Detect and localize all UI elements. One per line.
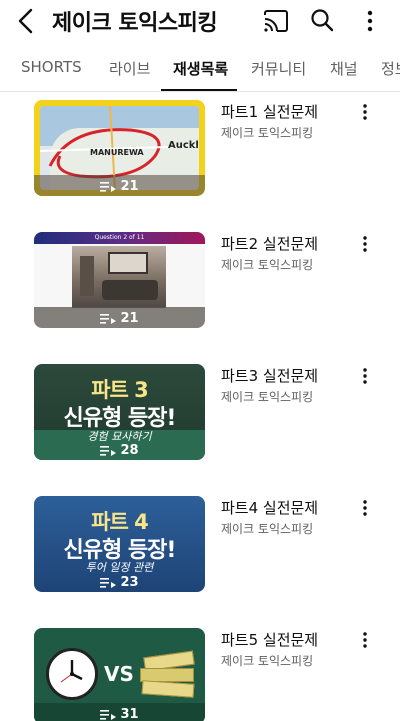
- more-vert-icon[interactable]: [357, 234, 373, 254]
- video-count: 28: [34, 443, 205, 458]
- playlist-play-icon: [100, 314, 117, 324]
- photo-image: [72, 246, 166, 308]
- more-vert-icon[interactable]: [357, 366, 373, 386]
- tab-shorts[interactable]: SHORTS: [21, 58, 82, 76]
- map-label: Auckla: [168, 140, 199, 151]
- tab-channels[interactable]: 채널: [330, 58, 358, 79]
- playlist-item[interactable]: 파트 4 신유형 등장! 투어 일정 관련 23 파트4 실전문제 제이크 토익…: [0, 496, 400, 596]
- video-count-text: 21: [120, 311, 139, 326]
- clock-face: [60, 660, 83, 683]
- more-vert-icon[interactable]: [360, 8, 380, 34]
- playlist-play-icon: [100, 578, 117, 588]
- video-count-text: 21: [120, 179, 139, 194]
- top-app-bar: 제이크 토익스피킹: [0, 0, 400, 44]
- playlist-thumbnail[interactable]: VS 31: [34, 628, 205, 721]
- video-count-text: 31: [120, 707, 139, 721]
- more-vert-icon[interactable]: [357, 498, 373, 518]
- playlist-channel: 제이크 토익스피킹: [221, 522, 314, 536]
- playlist-channel: 제이크 토익스피킹: [221, 126, 314, 140]
- channel-tabs: SHORTS 라이브 재생목록 커뮤니티 채널 정보: [0, 48, 400, 92]
- tab-live[interactable]: 라이브: [109, 58, 150, 79]
- playlist-play-icon: [100, 710, 117, 720]
- playlist-thumbnail[interactable]: Question 2 of 11 21: [34, 232, 205, 328]
- video-count: 31: [34, 707, 205, 721]
- playlist-channel: 제이크 토익스피킹: [221, 390, 314, 404]
- playlist-item[interactable]: MANUREWA Auckla 21 파트1 실전문제 제이크 토익스피킹: [0, 100, 400, 200]
- money-image: [138, 650, 198, 698]
- video-count-text: 23: [120, 575, 139, 590]
- playlist-channel: 제이크 토익스피킹: [221, 258, 314, 272]
- tab-community[interactable]: 커뮤니티: [251, 58, 306, 79]
- more-vert-icon[interactable]: [357, 102, 373, 122]
- video-count: 21: [34, 179, 205, 194]
- more-vert-icon[interactable]: [357, 630, 373, 650]
- tab-playlists[interactable]: 재생목록: [173, 58, 228, 79]
- playlist-item[interactable]: Question 2 of 11 21 파트2 실전문제 제이크 토익스피킹: [0, 232, 400, 332]
- thumbnail-handwriting: 투어 일정 관련: [85, 561, 154, 574]
- playlist-title[interactable]: 파트2 실전문제: [221, 233, 318, 254]
- clock-image: [46, 648, 98, 700]
- playlist-thumbnail[interactable]: MANUREWA Auckla 21: [34, 100, 205, 196]
- playlist-thumbnail[interactable]: 파트 3 신유형 등장! 경험 묘사하기 28: [34, 364, 205, 460]
- cast-icon[interactable]: [263, 9, 289, 33]
- vs-text: VS: [104, 662, 134, 686]
- search-icon[interactable]: [309, 7, 335, 33]
- playlist-title[interactable]: 파트1 실전문제: [221, 101, 318, 122]
- back-arrow-icon[interactable]: [12, 6, 40, 36]
- playlist-item[interactable]: VS 31 파트5 실전문제 제이크 토익스피킹: [0, 628, 400, 721]
- tab-about[interactable]: 정보: [381, 58, 400, 79]
- playlist-title[interactable]: 파트3 실전문제: [221, 365, 318, 386]
- playlist-item[interactable]: 파트 3 신유형 등장! 경험 묘사하기 28 파트3 실전문제 제이크 토익스…: [0, 364, 400, 464]
- playlist-channel: 제이크 토익스피킹: [221, 654, 314, 668]
- playlist-title[interactable]: 파트5 실전문제: [221, 629, 318, 650]
- map-label: MANUREWA: [90, 148, 144, 157]
- channel-title: 제이크 토익스피킹: [52, 11, 218, 36]
- thumbnail-handwriting: 경험 묘사하기: [87, 430, 152, 443]
- playlist-thumbnail[interactable]: 파트 4 신유형 등장! 투어 일정 관련 23: [34, 496, 205, 592]
- thumbnail-header-bar: Question 2 of 11: [34, 232, 205, 244]
- playlist-play-icon: [100, 182, 117, 192]
- thumbnail-header-text: Question 2 of 11: [94, 234, 145, 241]
- playlist-title[interactable]: 파트4 실전문제: [221, 497, 318, 518]
- active-tab-indicator: [161, 89, 237, 91]
- video-count-text: 28: [120, 443, 139, 458]
- video-count: 23: [34, 575, 205, 590]
- playlist-play-icon: [100, 446, 117, 456]
- video-count: 21: [34, 311, 205, 326]
